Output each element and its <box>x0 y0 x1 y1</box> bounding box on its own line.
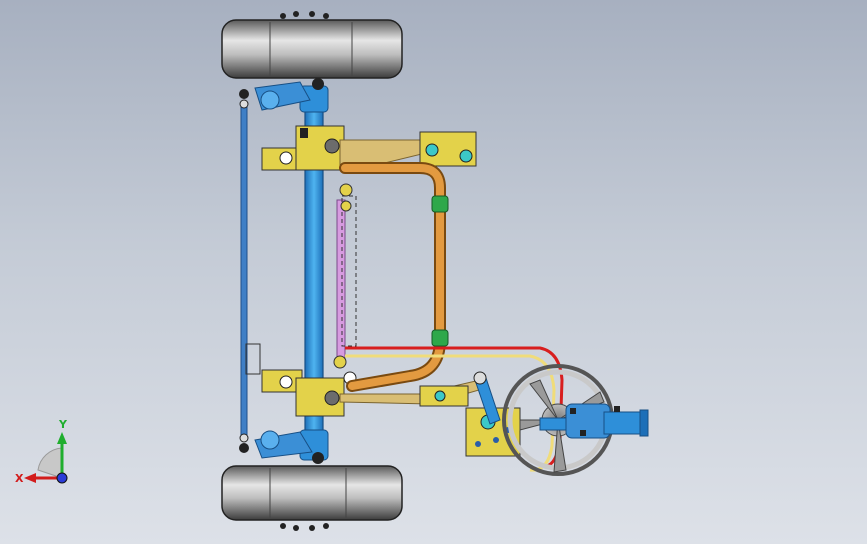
brake-lines[interactable] <box>345 346 564 472</box>
tie-rod-left[interactable] <box>239 89 261 453</box>
tire-top[interactable] <box>221 11 403 79</box>
pink-link[interactable] <box>333 183 357 369</box>
triad-y-label: Y <box>58 418 68 431</box>
stabilizer-pipe[interactable] <box>339 162 449 392</box>
cad-viewport[interactable]: Y X <box>0 0 867 544</box>
suspension-assembly-model[interactable]: Y X <box>0 0 867 544</box>
triad-x-label: X <box>15 472 24 485</box>
coordinate-triad: Y X <box>15 418 68 485</box>
tire-bottom[interactable] <box>221 465 403 531</box>
